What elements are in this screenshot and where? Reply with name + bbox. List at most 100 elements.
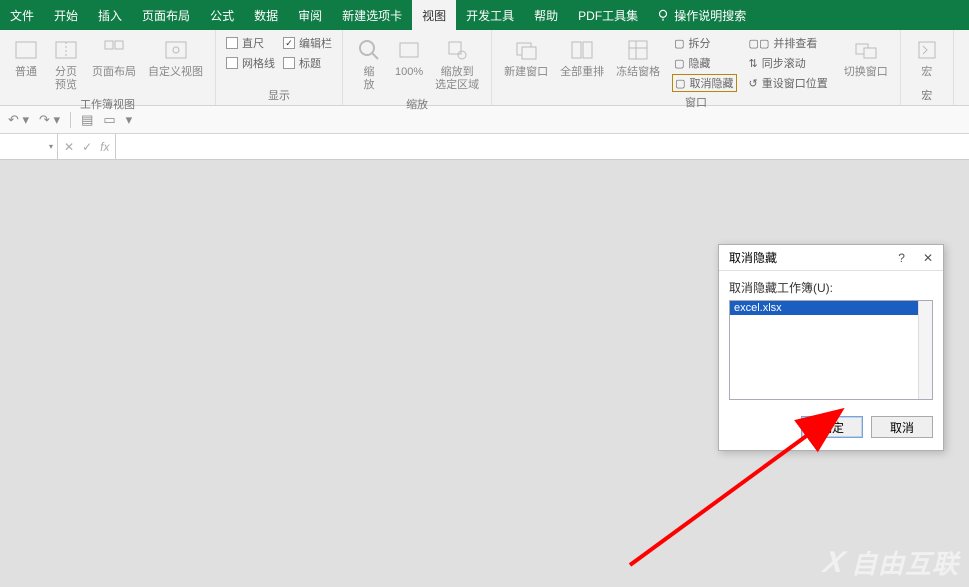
normal-view-button[interactable]: 普通 [8, 34, 44, 81]
zoom-100-label: 100% [395, 66, 423, 79]
checkbox-checked-icon: ✓ [283, 37, 295, 49]
tell-me-label: 操作说明搜索 [674, 7, 746, 24]
dialog-close-button[interactable]: ✕ [919, 251, 937, 265]
dialog-help-button[interactable]: ? [894, 251, 909, 265]
tab-data[interactable]: 数据 [244, 0, 288, 30]
unhide-workbook-listbox[interactable]: excel.xlsx [729, 300, 933, 400]
gridlines-checkbox[interactable]: 网格线 [224, 54, 277, 72]
sync-scroll-button[interactable]: ⇅ 同步滚动 [747, 54, 830, 72]
zoom-100-button[interactable]: 100% [391, 34, 427, 81]
tab-pdf-tools[interactable]: PDF工具集 [568, 0, 648, 30]
checkbox-icon [283, 57, 295, 69]
zoom-selection-button[interactable]: 缩放到 选定区域 [431, 34, 483, 94]
tab-file[interactable]: 文件 [0, 0, 44, 30]
macros-label: 宏 [921, 66, 932, 79]
hide-label: 隐藏 [689, 55, 711, 71]
split-button[interactable]: ▢拆分 [672, 34, 736, 52]
group-label-views: 工作簿视图 [8, 94, 207, 112]
switch-windows-label: 切换窗口 [844, 66, 888, 79]
unhide-icon: ▢ [675, 77, 685, 90]
watermark-text: 自由互联 [851, 544, 959, 581]
zoom-selection-icon [443, 36, 471, 64]
cancel-button[interactable]: 取消 [871, 416, 933, 438]
unhide-label: 取消隐藏 [690, 75, 734, 91]
group-label-show: 显示 [224, 85, 334, 103]
formulabar-checkbox[interactable]: ✓ 编辑栏 [281, 34, 334, 52]
tab-help[interactable]: 帮助 [524, 0, 568, 30]
headings-label: 标题 [299, 55, 321, 71]
zoom-label: 缩 放 [364, 66, 375, 92]
cancel-formula-button[interactable]: ✕ [64, 140, 74, 154]
syncscroll-label: 同步滚动 [762, 55, 806, 71]
tab-developer[interactable]: 开发工具 [456, 0, 524, 30]
page-layout-label: 页面布局 [92, 66, 136, 79]
qat-item[interactable]: ▤ [81, 112, 93, 128]
ribbon-tab-bar: 文件 开始 插入 页面布局 公式 数据 审阅 新建选项卡 视图 开发工具 帮助 … [0, 0, 969, 30]
page-layout-icon [100, 36, 128, 64]
tab-new-tab[interactable]: 新建选项卡 [332, 0, 412, 30]
unhide-button[interactable]: ▢ 取消隐藏 [672, 74, 736, 92]
syncscroll-icon: ⇅ [749, 57, 758, 70]
custom-views-icon [162, 36, 190, 64]
freeze-panes-label: 冻结窗格 [616, 66, 660, 79]
ok-button[interactable]: 确定 [801, 416, 863, 438]
formulabar-label: 编辑栏 [299, 35, 332, 51]
group-label-window: 窗口 [500, 92, 892, 110]
ruler-checkbox[interactable]: 直尺 [224, 34, 277, 52]
qat-item[interactable]: ▭ [103, 112, 115, 128]
formula-input[interactable] [116, 134, 969, 159]
enter-formula-button[interactable]: ✓ [82, 140, 92, 154]
reset-window-position-button[interactable]: ↺重设窗口位置 [747, 74, 830, 92]
hide-button[interactable]: ▢隐藏 [672, 54, 736, 72]
checkbox-icon [226, 37, 238, 49]
tab-formula[interactable]: 公式 [200, 0, 244, 30]
pagebreak-icon [52, 36, 80, 64]
normal-view-label: 普通 [15, 66, 37, 79]
magnifier-icon [355, 36, 383, 64]
new-window-button[interactable]: 新建窗口 [500, 34, 552, 81]
macros-button[interactable]: 宏 [909, 34, 945, 81]
group-show: 直尺 网格线 ✓ 编辑栏 标题 显示 [216, 30, 343, 105]
formula-buttons: ✕ ✓ fx [58, 134, 116, 159]
custom-views-label: 自定义视图 [148, 66, 203, 79]
headings-checkbox[interactable]: 标题 [281, 54, 334, 72]
listbox-item-selected[interactable]: excel.xlsx [730, 301, 932, 315]
tab-insert[interactable]: 插入 [88, 0, 132, 30]
switch-windows-icon [852, 36, 880, 64]
pagebreak-preview-button[interactable]: 分页 预览 [48, 34, 84, 94]
resetpos-icon: ↺ [749, 77, 758, 90]
view-side-by-side-button[interactable]: ▢▢并排查看 [747, 34, 830, 52]
watermark-logo-icon: X [820, 546, 848, 580]
split-icon: ▢ [674, 37, 684, 50]
name-box[interactable] [0, 134, 58, 159]
zoom-selection-label: 缩放到 选定区域 [435, 66, 479, 92]
arrange-all-label: 全部重排 [560, 66, 604, 79]
group-zoom: 缩 放 100% 缩放到 选定区域 缩放 [343, 30, 492, 105]
custom-views-button[interactable]: 自定义视图 [144, 34, 207, 81]
unhide-dialog: 取消隐藏 ? ✕ 取消隐藏工作簿(U): excel.xlsx 确定 取消 [718, 244, 944, 451]
switch-windows-button[interactable]: 切换窗口 [840, 34, 892, 81]
undo-button[interactable]: ↶ ▾ [8, 112, 29, 128]
zoom-button[interactable]: 缩 放 [351, 34, 387, 94]
qat-customize[interactable]: ▾ [126, 112, 133, 128]
separator [70, 112, 71, 128]
freeze-panes-icon [624, 36, 652, 64]
tell-me-search[interactable]: 操作说明搜索 [648, 0, 754, 30]
tab-home[interactable]: 开始 [44, 0, 88, 30]
tab-review[interactable]: 审阅 [288, 0, 332, 30]
group-label-macros: 宏 [909, 85, 945, 103]
normal-view-icon [12, 36, 40, 64]
page-layout-button[interactable]: 页面布局 [88, 34, 140, 81]
freeze-panes-button[interactable]: 冻结窗格 [612, 34, 664, 81]
fx-button[interactable]: fx [100, 140, 109, 154]
group-macros: 宏 宏 [901, 30, 954, 105]
tab-page-layout[interactable]: 页面布局 [132, 0, 200, 30]
formula-bar: ✕ ✓ fx [0, 134, 969, 160]
listbox-scrollbar[interactable] [918, 301, 932, 399]
redo-button[interactable]: ↷ ▾ [39, 112, 60, 128]
tab-view[interactable]: 视图 [412, 0, 456, 30]
group-window: 新建窗口 全部重排 冻结窗格 ▢拆分 ▢隐藏 ▢取消隐藏 ▢▢并排查看 ⇅同步滚… [492, 30, 901, 105]
macros-icon [913, 36, 941, 64]
ruler-label: 直尺 [242, 35, 264, 51]
arrange-all-button[interactable]: 全部重排 [556, 34, 608, 81]
